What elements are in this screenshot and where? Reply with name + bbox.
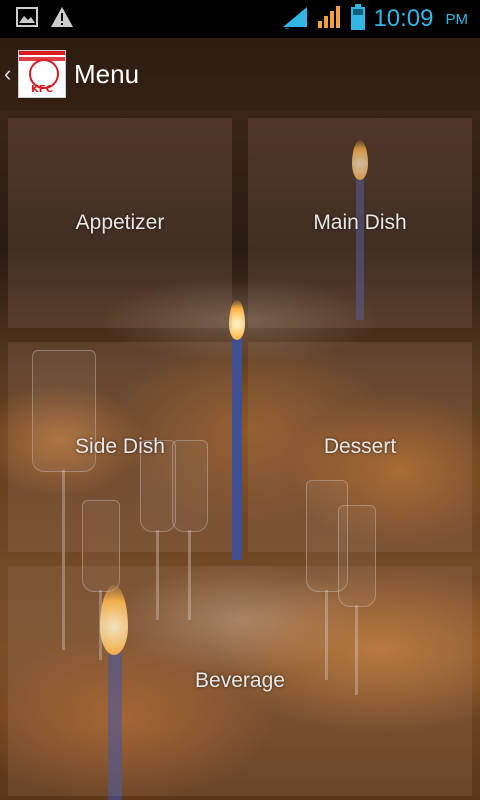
menu-tile-dessert[interactable]: Dessert [248, 342, 472, 552]
cell-signal-icon [317, 5, 343, 34]
menu-tile-label: Main Dish [313, 211, 407, 234]
clock-time: 10:09 [373, 5, 434, 32]
action-bar: ‹ KFC Menu [0, 38, 480, 110]
menu-tile-label: Side Dish [75, 435, 165, 458]
logo-text: KFC [31, 84, 53, 95]
status-bar: 10:09 PM [0, 0, 480, 38]
kfc-logo[interactable]: KFC [18, 50, 66, 98]
up-navigation-icon[interactable]: ‹ [4, 61, 16, 87]
clock-ampm: PM [445, 10, 469, 28]
menu-tile-label: Appetizer [75, 211, 165, 234]
menu-tile-label: Dessert [323, 435, 397, 458]
menu-tile-main-dish[interactable]: Main Dish [248, 118, 472, 328]
menu-tile-beverage[interactable]: Beverage [8, 566, 472, 796]
battery-icon [351, 3, 366, 35]
menu-tile-label: Beverage [195, 669, 285, 692]
wifi-signal-icon [281, 5, 309, 34]
menu-tile-appetizer[interactable]: Appetizer [8, 118, 232, 328]
warning-icon [50, 6, 74, 33]
candle [232, 330, 242, 560]
image-icon [16, 6, 38, 32]
menu-tile-side-dish[interactable]: Side Dish [8, 342, 232, 552]
page-title: Menu [74, 58, 140, 89]
